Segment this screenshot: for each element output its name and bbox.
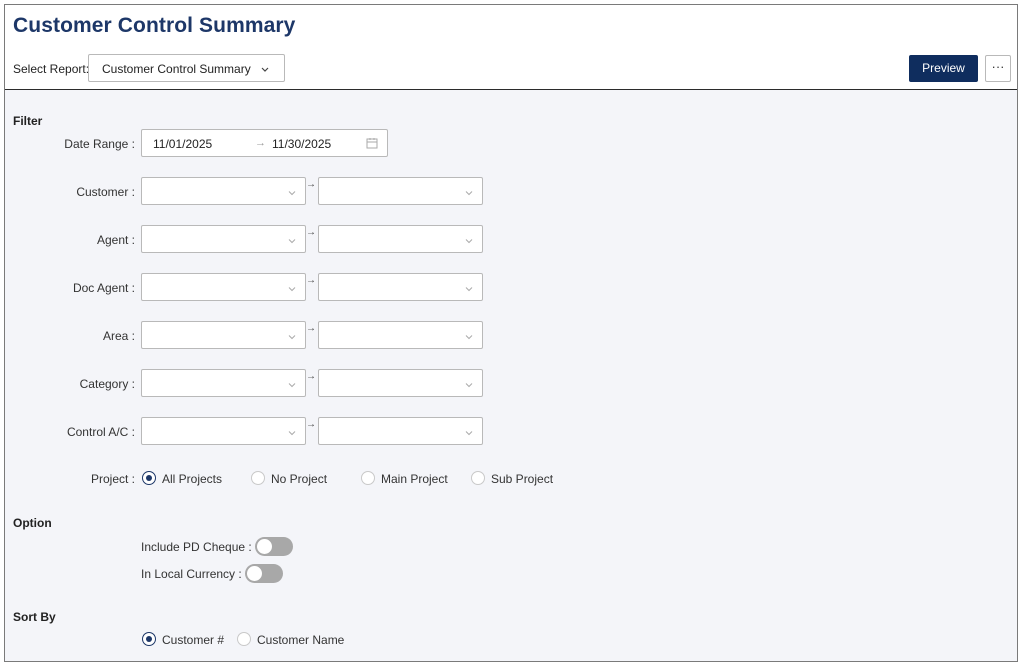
select-report-label: Select Report: [13,62,90,76]
customer-to-dropdown[interactable] [318,177,483,205]
radio-all-projects-label: All Projects [162,472,223,486]
chevron-down-icon [464,379,474,393]
range-arrow-icon: → [306,275,316,286]
radio-sort-customer-number-label: Customer # [162,633,225,647]
chevron-down-icon [287,331,297,345]
chevron-down-icon [464,331,474,345]
option-section-title: Option [13,516,52,530]
radio-main-project[interactable] [361,471,375,485]
sort-by-section-title: Sort By [13,610,56,624]
chevron-down-icon [260,63,270,77]
in-local-currency-label: In Local Currency : [141,567,242,581]
doc-agent-label: Doc Agent : [72,281,135,295]
range-arrow-icon: → [306,179,316,190]
customer-label: Customer : [76,185,135,199]
radio-all-projects[interactable] [142,471,156,485]
preview-button[interactable]: Preview [909,55,978,82]
agent-from-dropdown[interactable] [141,225,306,253]
agent-label: Agent : [96,233,135,247]
area-to-dropdown[interactable] [318,321,483,349]
date-range-picker[interactable]: 11/01/2025 → 11/30/2025 [141,129,388,157]
filter-section-title: Filter [13,114,43,128]
report-select-value: Customer Control Summary [102,62,251,76]
include-pd-cheque-toggle[interactable] [255,537,293,556]
control-ac-from-dropdown[interactable] [141,417,306,445]
date-range-label: Date Range : [64,137,135,151]
report-window: Customer Control Summary Select Report: … [4,4,1018,662]
chevron-down-icon [287,283,297,297]
radio-main-project-label: Main Project [381,472,448,486]
category-to-dropdown[interactable] [318,369,483,397]
report-select[interactable]: Customer Control Summary [88,54,285,82]
chevron-down-icon [464,283,474,297]
range-arrow-icon: → [306,323,316,334]
chevron-down-icon [464,235,474,249]
page-title: Customer Control Summary [13,14,296,37]
date-to-value: 11/30/2025 [272,137,332,151]
date-from-value: 11/01/2025 [153,137,213,151]
chevron-down-icon [287,187,297,201]
agent-to-dropdown[interactable] [318,225,483,253]
report-header: Customer Control Summary Select Report: … [5,5,1017,90]
chevron-down-icon [464,427,474,441]
range-arrow-icon: → [306,371,316,382]
calendar-icon[interactable] [366,137,378,152]
radio-sub-project[interactable] [471,471,485,485]
radio-sub-project-label: Sub Project [491,472,554,486]
range-arrow-icon: → [306,419,316,430]
category-label: Category : [79,377,135,391]
range-arrow-icon: → [306,227,316,238]
radio-no-project[interactable] [251,471,265,485]
area-label: Area : [102,329,135,343]
chevron-down-icon [287,379,297,393]
arrow-right-icon: → [255,137,266,149]
customer-from-dropdown[interactable] [141,177,306,205]
radio-sort-customer-name[interactable] [237,632,251,646]
category-from-dropdown[interactable] [141,369,306,397]
area-from-dropdown[interactable] [141,321,306,349]
doc-agent-from-dropdown[interactable] [141,273,306,301]
control-ac-to-dropdown[interactable] [318,417,483,445]
chevron-down-icon [287,235,297,249]
chevron-down-icon [287,427,297,441]
project-label: Project : [90,472,135,486]
doc-agent-to-dropdown[interactable] [318,273,483,301]
radio-no-project-label: No Project [271,472,328,486]
radio-sort-customer-number[interactable] [142,632,156,646]
more-options-button[interactable]: ··· [985,55,1011,82]
control-ac-label: Control A/C : [66,425,135,439]
in-local-currency-toggle[interactable] [245,564,283,583]
radio-sort-customer-name-label: Customer Name [257,633,345,647]
include-pd-cheque-label: Include PD Cheque : [141,540,252,554]
chevron-down-icon [464,187,474,201]
